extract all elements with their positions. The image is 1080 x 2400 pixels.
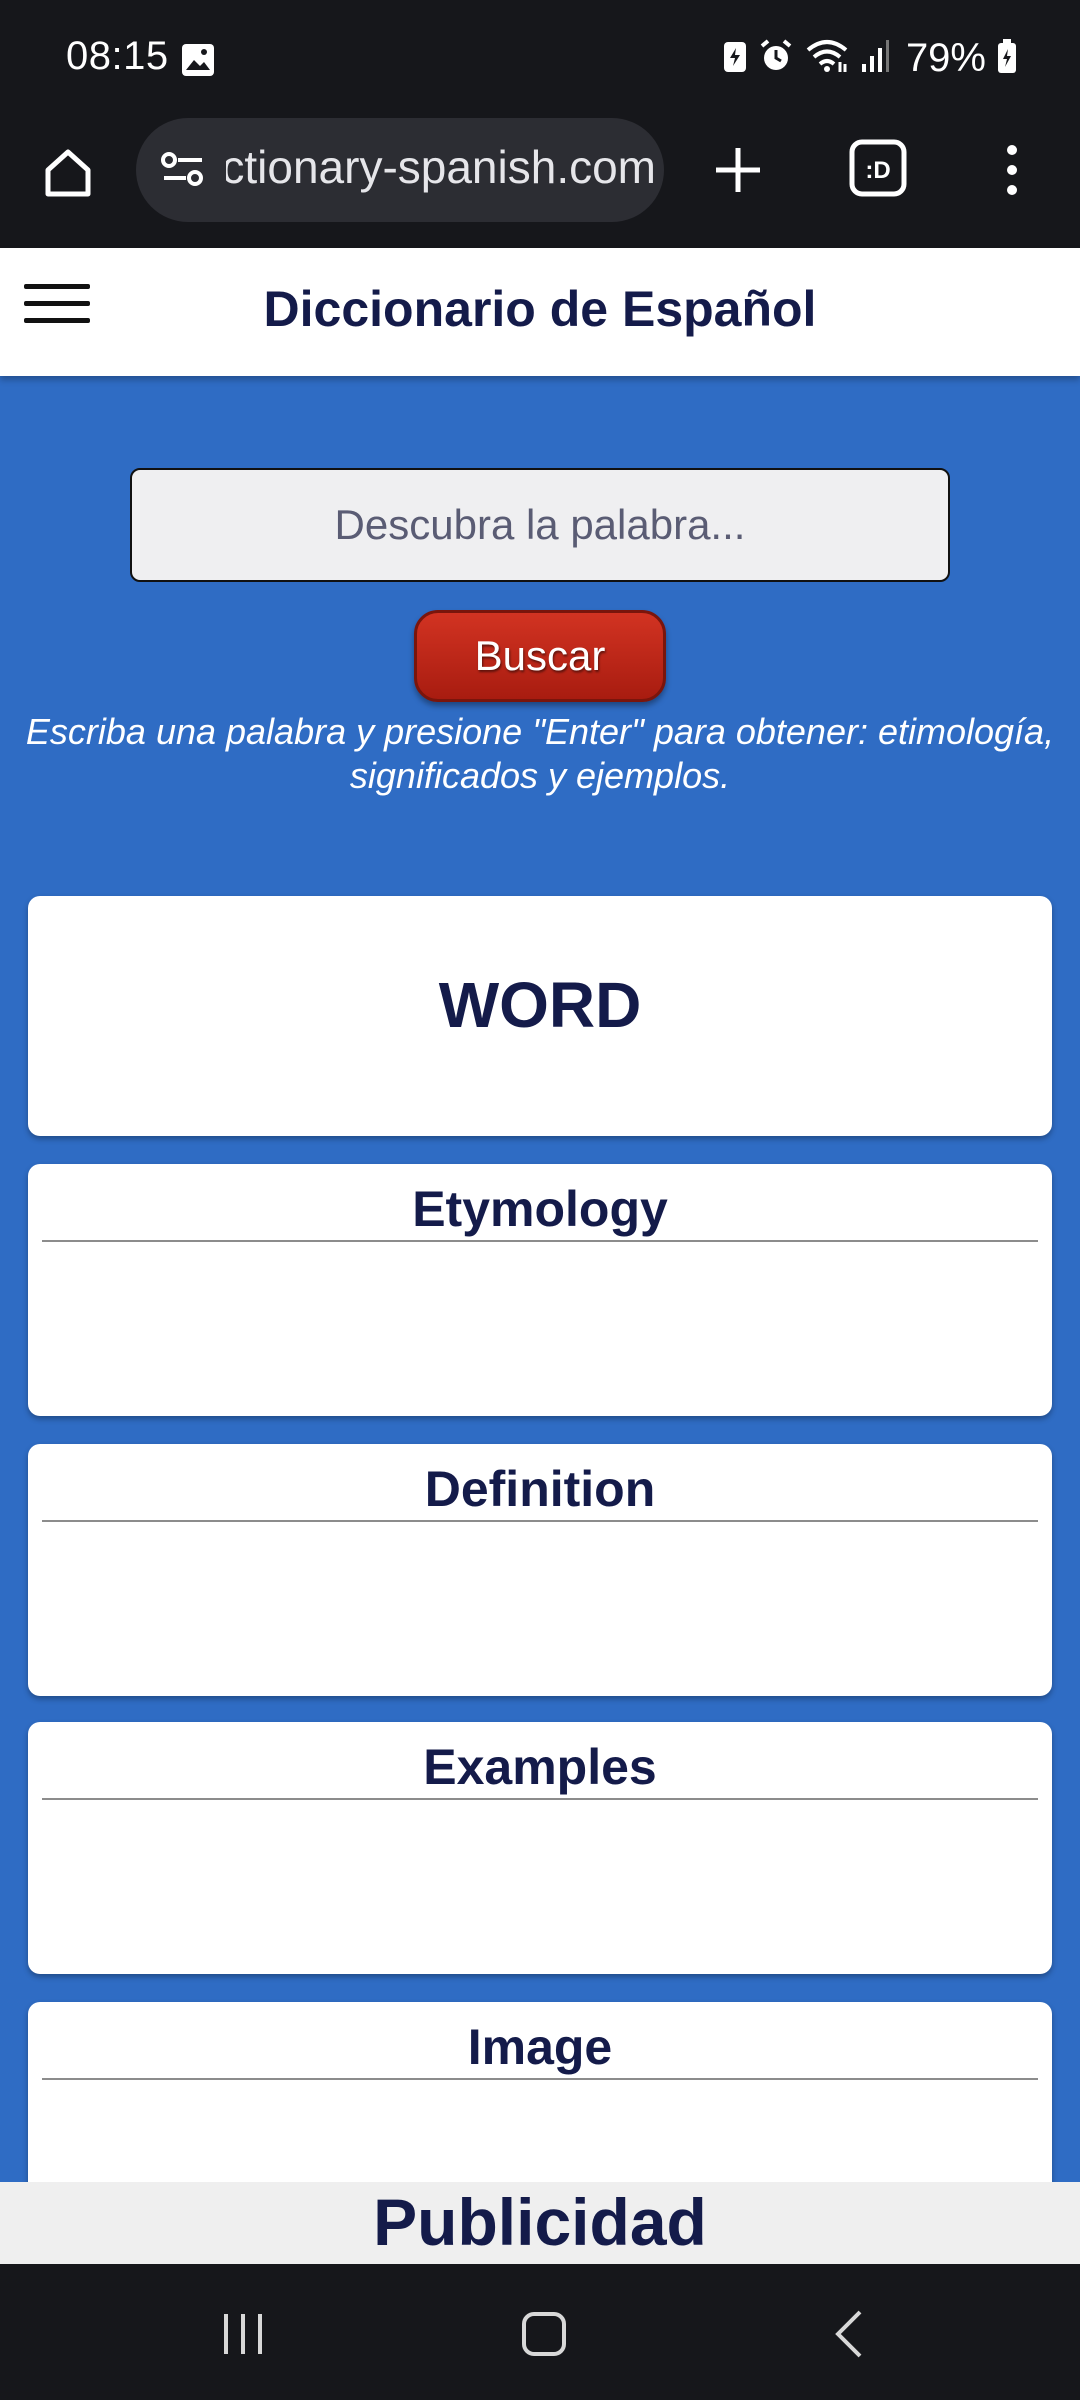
- home-icon: [45, 149, 91, 197]
- tab-count: :D: [865, 157, 890, 184]
- ad-banner[interactable]: Publicidad: [0, 2182, 1080, 2264]
- browser-toolbar: dictionary-spanish.com :D: [0, 118, 1080, 248]
- new-tab-button[interactable]: [706, 138, 770, 202]
- gallery-icon: [180, 42, 216, 83]
- etymology-card: Etymology: [28, 1164, 1052, 1416]
- divider: [42, 2078, 1038, 2080]
- etymology-heading: Etymology: [412, 1181, 668, 1237]
- battery-level: 79%: [905, 36, 986, 80]
- more-vert-icon: [1007, 145, 1017, 195]
- status-time: 08:15: [66, 34, 169, 78]
- definition-heading: Definition: [424, 1461, 656, 1517]
- image-heading: Image: [467, 2019, 613, 2075]
- search-hint: Escriba una palabra y presione "Enter" p…: [25, 711, 1055, 796]
- tune-icon[interactable]: [160, 148, 206, 197]
- plus-icon: [716, 148, 760, 192]
- status-icons: 79%: [722, 36, 1018, 81]
- word-card: WORD: [28, 896, 1052, 1136]
- system-nav-bar: [0, 2264, 1080, 2400]
- divider: [42, 1240, 1038, 1242]
- browser-menu-button[interactable]: [990, 138, 1034, 202]
- site-header: Diccionario de Español: [0, 248, 1080, 376]
- search-input[interactable]: [130, 468, 950, 582]
- address-bar[interactable]: dictionary-spanish.com: [136, 118, 664, 222]
- signal-icon: [860, 38, 890, 79]
- tab-switcher-button[interactable]: :D: [848, 138, 908, 198]
- alarm-icon: [758, 38, 794, 79]
- ad-label: Publicidad: [373, 2185, 707, 2259]
- back-icon[interactable]: [830, 2308, 870, 2365]
- page-title: Diccionario de Español: [263, 281, 817, 337]
- wifi-icon: [804, 38, 850, 79]
- divider: [42, 1798, 1038, 1800]
- examples-card: Examples: [28, 1722, 1052, 1974]
- definition-card: Definition: [28, 1444, 1052, 1696]
- battery-saver-icon: [722, 38, 748, 79]
- word-title: WORD: [438, 969, 642, 1041]
- url-text[interactable]: dictionary-spanish.com: [226, 140, 656, 200]
- tabs-icon: :D: [849, 139, 907, 197]
- status-bar: 08:15 79%: [0, 0, 1080, 118]
- search-button[interactable]: Buscar: [414, 610, 666, 702]
- recents-icon[interactable]: [218, 2310, 268, 2363]
- examples-heading: Examples: [423, 1739, 657, 1795]
- divider: [42, 1520, 1038, 1522]
- nav-home-icon[interactable]: [520, 2308, 568, 2365]
- home-button[interactable]: [36, 140, 100, 204]
- battery-icon: [996, 38, 1018, 79]
